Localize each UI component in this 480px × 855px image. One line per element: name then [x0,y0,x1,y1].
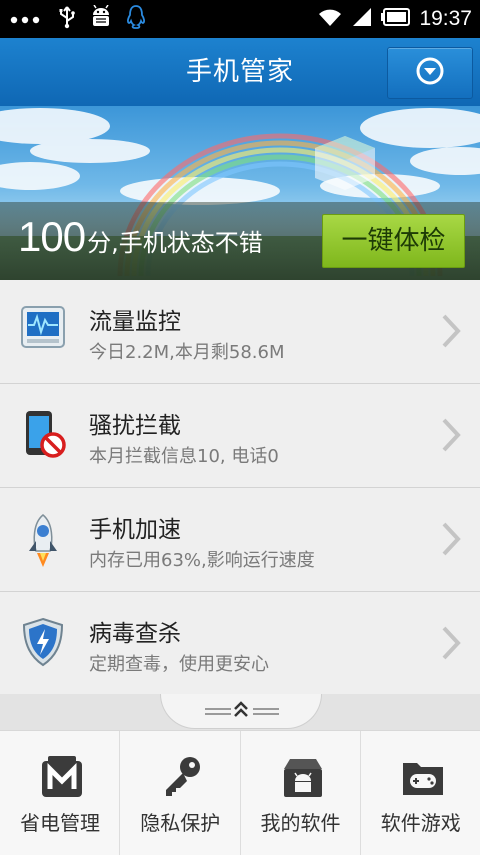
nav-label: 省电管理 [20,811,100,835]
one-click-check-button[interactable]: 一键体检 [322,214,465,268]
list-item-subtitle: 今日2.2M,本月剩58.6M [89,342,285,363]
battery-m-icon [40,755,84,799]
block-phone-icon [20,409,66,459]
list-item-title: 骚扰拦截 [89,413,181,439]
more-dots-icon [10,10,44,29]
chevron-right-icon [440,313,462,353]
list-item-virus-scan[interactable]: 病毒查杀 定期查毒，使用更安心 [0,592,480,696]
list-item-subtitle: 内存已用63%,影响运行速度 [89,550,315,571]
nav-item-privacy-protection[interactable]: 隐私保护 [120,731,241,855]
drawer-handle[interactable] [160,694,322,729]
list-item-traffic-monitor[interactable]: 流量监控 今日2.2M,本月剩58.6M [0,280,480,384]
list-item-subtitle: 定期查毒，使用更安心 [89,654,269,675]
list-item-title: 手机加速 [89,517,181,543]
battery-icon [381,7,411,31]
qq-penguin-icon [126,4,146,34]
list-item-title: 流量监控 [89,309,181,335]
list-item-subtitle: 本月拦截信息10, 电话0 [89,446,279,467]
status-bar: 19:37 [0,0,480,38]
traffic-monitor-icon [20,305,66,355]
chevron-right-icon [440,417,462,457]
usb-icon [58,5,76,33]
rocket-icon [20,513,66,567]
list-item-harassment-block[interactable]: 骚扰拦截 本月拦截信息10, 电话0 [0,384,480,488]
chevron-right-icon [440,521,462,561]
double-chevron-up-icon [232,700,250,724]
clock-time: 19:37 [419,7,472,30]
list-item-title: 病毒查杀 [89,621,181,647]
app-header: 手机管家 [0,38,480,106]
feature-list: 流量监控 今日2.2M,本月剩58.6M 骚扰拦截 本月拦截信息10, 电话0 … [0,280,480,696]
shield-icon [20,617,66,667]
grip-line-right [253,708,279,710]
chevron-right-icon [440,625,462,665]
status-banner: 100 分,手机状态不错 一键体检 [0,106,480,280]
nav-item-software-games[interactable]: 软件游戏 [361,731,480,855]
nav-item-my-software[interactable]: 我的软件 [241,731,361,855]
health-score: 100 分,手机状态不错 [18,213,263,261]
bottom-nav: 省电管理 隐私保护 我的软件 软件游戏 [0,730,480,855]
game-folder-icon [401,755,445,799]
key-icon [160,755,204,799]
signal-icon [351,6,373,32]
score-value: 100 [18,213,86,260]
wifi-icon [317,6,343,32]
drawer-handle-area [0,694,480,730]
score-description: 分,手机状态不错 [87,229,263,257]
list-item-phone-speedup[interactable]: 手机加速 内存已用63%,影响运行速度 [0,488,480,592]
android-debug-icon [90,4,112,33]
nav-label: 隐私保护 [140,811,221,835]
nav-label: 我的软件 [260,811,341,835]
grip-line-left [205,708,231,710]
software-box-icon [281,755,325,799]
menu-dropdown-button[interactable] [387,47,473,99]
nav-item-power-management[interactable]: 省电管理 [0,731,121,855]
nav-label: 软件游戏 [380,811,461,835]
chevron-down-circle-icon [415,56,445,90]
